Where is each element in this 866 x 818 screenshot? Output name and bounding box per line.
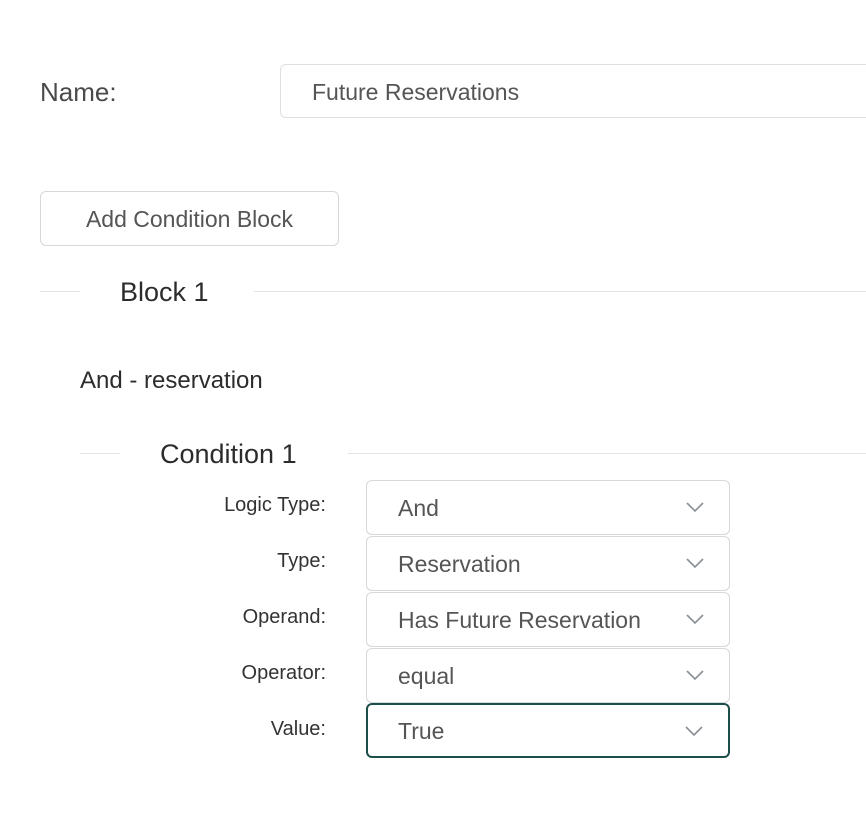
operand-value: Has Future Reservation (398, 607, 641, 633)
operator-value: equal (398, 663, 455, 689)
value-label: Value: (270, 718, 326, 740)
value-value: True (398, 718, 445, 744)
type-label: Type: (277, 550, 326, 572)
logic-type-select[interactable]: And (366, 480, 730, 535)
block-title: Block 1 (120, 277, 209, 307)
type-select[interactable]: Reservation (366, 536, 730, 591)
condition-title: Condition 1 (160, 439, 297, 469)
chevron-down-icon (685, 726, 703, 737)
chevron-down-icon (686, 558, 704, 569)
condition-divider-left (80, 453, 120, 454)
value-select[interactable]: True (366, 703, 730, 758)
operand-label: Operand: (242, 606, 326, 628)
chevron-down-icon (686, 670, 704, 681)
block-summary: And - reservation (80, 367, 263, 394)
logic-type-label: Logic Type: (224, 494, 326, 516)
operator-select[interactable]: equal (366, 648, 730, 703)
add-condition-block-button[interactable]: Add Condition Block (40, 191, 339, 246)
block-divider-right (254, 291, 866, 292)
type-value: Reservation (398, 551, 521, 577)
condition-divider-right (348, 453, 866, 454)
operand-select[interactable]: Has Future Reservation (366, 592, 730, 647)
condition-editor: Name: Future Reservations Add Condition … (0, 0, 866, 818)
chevron-down-icon (686, 614, 704, 625)
operator-label: Operator: (241, 662, 326, 684)
logic-type-value: And (398, 495, 439, 521)
block-divider-left (40, 291, 80, 292)
name-label: Name: (40, 77, 117, 107)
name-input[interactable]: Future Reservations (280, 64, 866, 118)
chevron-down-icon (686, 502, 704, 513)
